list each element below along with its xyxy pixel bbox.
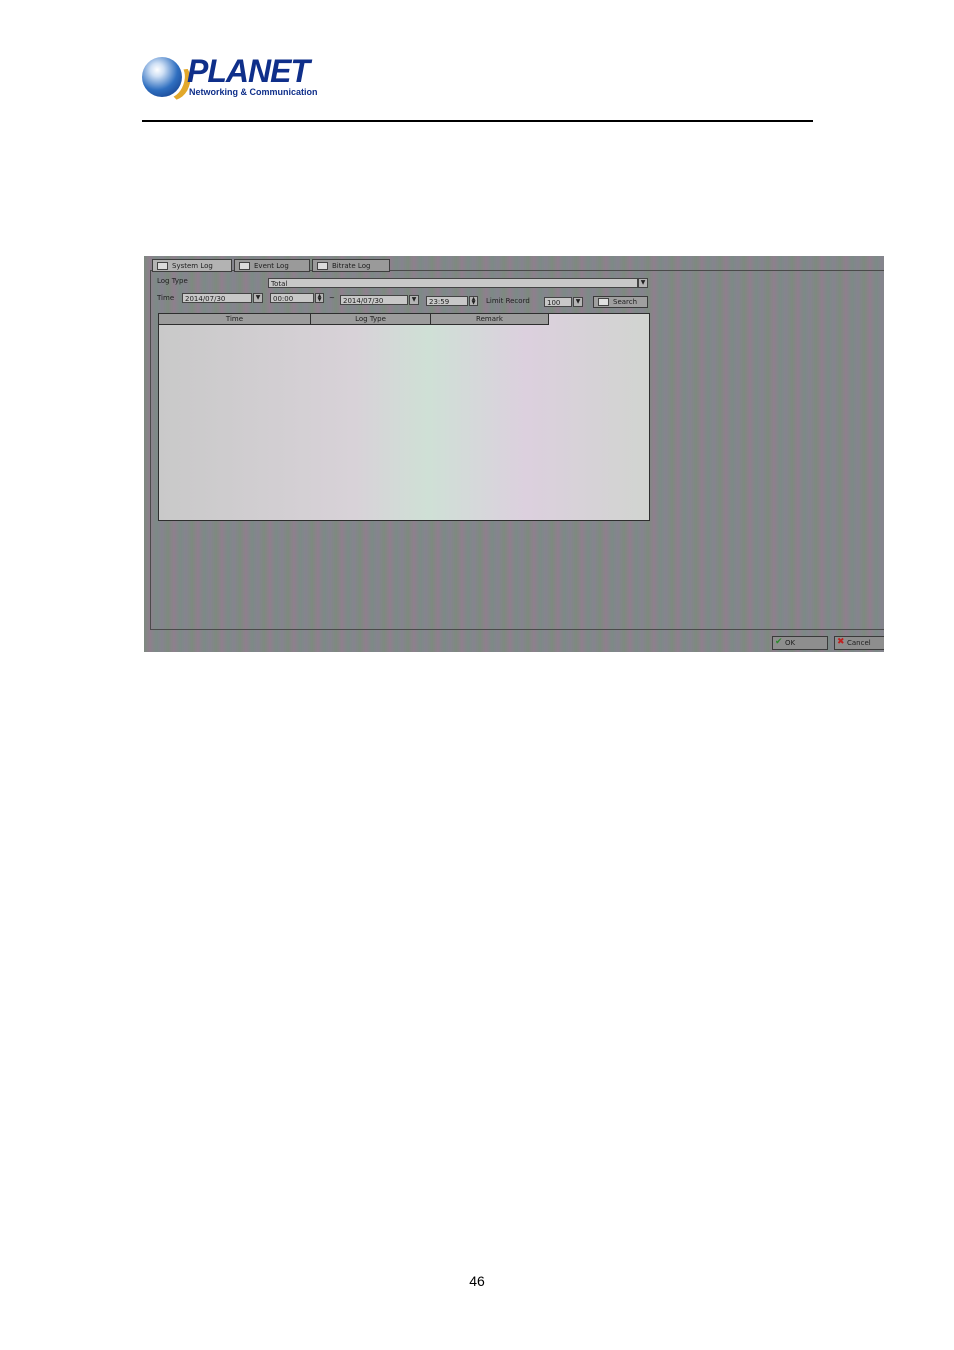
log-results-table: Time Log Type Remark [158,313,650,521]
header-divider [142,120,813,122]
monitor-icon [157,262,168,270]
log-type-label: Log Type [157,277,188,285]
tab-label: Bitrate Log [332,262,371,270]
search-button[interactable]: Search [593,296,648,308]
log-type-select[interactable]: Total [268,278,638,288]
range-separator: ~ [329,294,335,302]
planet-logo: PLANET Networking & Communication [142,53,318,106]
calendar-dropdown-icon[interactable]: ▼ [253,293,263,303]
tab-system-log[interactable]: System Log [152,259,232,272]
limit-record-select[interactable]: 100 [544,297,572,307]
check-icon: ✔ [775,637,783,647]
cancel-button-label: Cancel [847,639,871,647]
brand-tagline: Networking & Communication [189,87,318,97]
cancel-button[interactable]: ✖ Cancel [834,636,884,650]
chart-icon [317,262,328,270]
chevron-down-icon[interactable]: ▼ [638,278,648,288]
column-header-log-type[interactable]: Log Type [311,314,431,325]
monitor-icon [239,262,250,270]
ok-button[interactable]: ✔ OK [772,636,828,650]
column-header-time[interactable]: Time [159,314,311,325]
column-header-remark[interactable]: Remark [431,314,549,325]
end-date-field[interactable]: 2014/07/30 [340,295,408,305]
tab-bitrate-log[interactable]: Bitrate Log [312,259,390,272]
calendar-dropdown-icon[interactable]: ▼ [409,295,419,305]
tab-label: Event Log [254,262,289,270]
end-time-stepper[interactable]: ▲ ▼ [469,296,478,306]
tab-label: System Log [172,262,213,270]
tab-event-log[interactable]: Event Log [234,259,310,272]
page-number: 46 [469,1273,485,1289]
limit-record-label: Limit Record [486,297,530,305]
start-time-field[interactable]: 00:00 [270,293,314,303]
time-label: Time [157,294,175,302]
ok-button-label: OK [785,639,796,647]
search-button-label: Search [613,298,638,306]
start-time-stepper[interactable]: ▲ ▼ [315,293,324,303]
end-time-field[interactable]: 23:59 [426,296,468,306]
chevron-down-icon[interactable]: ▼ [573,297,583,307]
close-icon: ✖ [837,637,845,647]
log-search-screenshot: System Log Event Log Bitrate Log Log Typ… [144,256,884,652]
search-icon [598,298,609,306]
brand-name: PLANET [187,53,310,89]
start-date-field[interactable]: 2014/07/30 [182,293,252,303]
